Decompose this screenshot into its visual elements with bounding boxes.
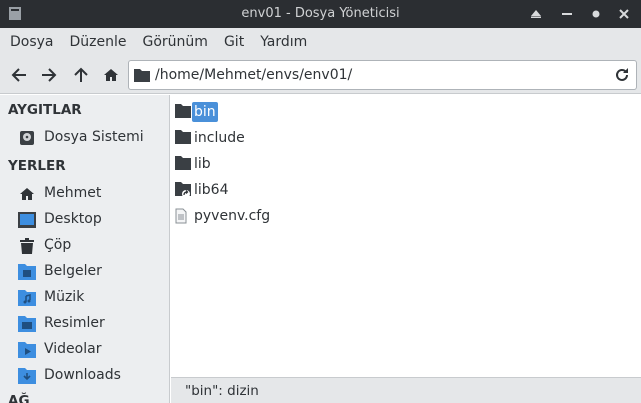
pictures-folder-icon bbox=[18, 315, 36, 333]
file-name: lib64 bbox=[194, 182, 229, 198]
sidebar-item-label: Müzik bbox=[44, 289, 85, 305]
title-bar: env01 - Dosya Yöneticisi bbox=[0, 0, 641, 28]
documents-folder-icon bbox=[18, 263, 36, 281]
sidebar-item-label: Desktop bbox=[44, 211, 102, 227]
folder-icon bbox=[175, 156, 191, 172]
sidebar-item-documents[interactable]: Belgeler bbox=[0, 259, 169, 285]
status-bar: "bin": dizin bbox=[171, 377, 641, 403]
file-item-lib[interactable]: lib bbox=[171, 151, 471, 177]
home-icon bbox=[18, 185, 36, 203]
menu-git[interactable]: Git bbox=[216, 34, 252, 50]
desktop-icon bbox=[18, 211, 36, 229]
music-folder-icon bbox=[18, 289, 36, 307]
drive-icon bbox=[18, 129, 36, 147]
location-path[interactable]: /home/Mehmet/envs/env01/ bbox=[155, 67, 352, 83]
text-file-icon bbox=[175, 208, 191, 224]
sidebar-item-label: Dosya Sistemi bbox=[44, 129, 144, 145]
file-item-bin[interactable]: bin bbox=[171, 99, 471, 125]
menu-yardim[interactable]: Yardım bbox=[252, 34, 315, 50]
file-list[interactable]: bin include lib lib64 pyvenv.cfg bbox=[171, 95, 641, 377]
sidebar-item-pictures[interactable]: Resimler bbox=[0, 311, 169, 337]
menu-bar: Dosya Düzenle Görünüm Git Yardım bbox=[0, 28, 641, 56]
keep-above-icon[interactable] bbox=[529, 6, 543, 22]
sidebar-item-videos[interactable]: Videolar bbox=[0, 337, 169, 363]
window-title: env01 - Dosya Yöneticisi bbox=[241, 6, 400, 21]
file-item-include[interactable]: include bbox=[171, 125, 471, 151]
sidebar-item-home[interactable]: Mehmet bbox=[0, 181, 169, 207]
sidebar-item-trash[interactable]: Çöp bbox=[0, 233, 169, 259]
sidebar-item-label: Mehmet bbox=[44, 185, 102, 201]
sidebar-item-label: Videolar bbox=[44, 341, 102, 357]
folder-link-icon bbox=[175, 182, 191, 198]
menu-dosya[interactable]: Dosya bbox=[2, 34, 62, 50]
menu-duzenle[interactable]: Düzenle bbox=[62, 34, 135, 50]
sidebar-item-label: Downloads bbox=[44, 367, 121, 383]
back-icon[interactable] bbox=[9, 65, 29, 85]
up-icon[interactable] bbox=[71, 65, 91, 85]
file-item-lib64[interactable]: lib64 bbox=[171, 177, 471, 203]
file-name: include bbox=[194, 130, 245, 146]
folder-icon bbox=[134, 68, 150, 86]
sidebar-item-label: Resimler bbox=[44, 315, 105, 331]
sidebar-item-downloads[interactable]: Downloads bbox=[0, 363, 169, 389]
close-icon[interactable] bbox=[617, 6, 631, 22]
maximize-icon[interactable] bbox=[589, 6, 603, 22]
trash-icon bbox=[18, 237, 36, 255]
file-name: pyvenv.cfg bbox=[194, 208, 271, 224]
reload-icon[interactable] bbox=[614, 67, 630, 87]
file-name: lib bbox=[194, 156, 211, 172]
sidebar-item-music[interactable]: Müzik bbox=[0, 285, 169, 311]
sidebar-item-label: Belgeler bbox=[44, 263, 102, 279]
status-text: "bin": dizin bbox=[185, 383, 259, 399]
file-item-pyvenv[interactable]: pyvenv.cfg bbox=[171, 203, 471, 229]
sidebar-item-label: Çöp bbox=[44, 237, 72, 253]
downloads-folder-icon bbox=[18, 367, 36, 385]
folder-icon bbox=[175, 130, 191, 146]
toolbar: /home/Mehmet/envs/env01/ bbox=[0, 56, 641, 94]
sidebar-item-filesystem[interactable]: Dosya Sistemi bbox=[0, 125, 169, 151]
home-icon[interactable] bbox=[101, 65, 121, 85]
folder-icon bbox=[175, 104, 191, 120]
sidebar: AYGITLAR Dosya Sistemi YERLER Mehmet Des… bbox=[0, 95, 170, 403]
minimize-icon[interactable] bbox=[560, 6, 574, 22]
menu-gorunum[interactable]: Görünüm bbox=[135, 34, 216, 50]
network-heading: AĞ bbox=[8, 393, 30, 403]
videos-folder-icon bbox=[18, 341, 36, 359]
devices-heading: AYGITLAR bbox=[8, 102, 82, 118]
places-heading: YERLER bbox=[8, 158, 66, 174]
sidebar-item-desktop[interactable]: Desktop bbox=[0, 207, 169, 233]
file-name: bin bbox=[192, 102, 218, 122]
forward-icon[interactable] bbox=[39, 65, 59, 85]
location-bar[interactable]: /home/Mehmet/envs/env01/ bbox=[128, 60, 637, 90]
